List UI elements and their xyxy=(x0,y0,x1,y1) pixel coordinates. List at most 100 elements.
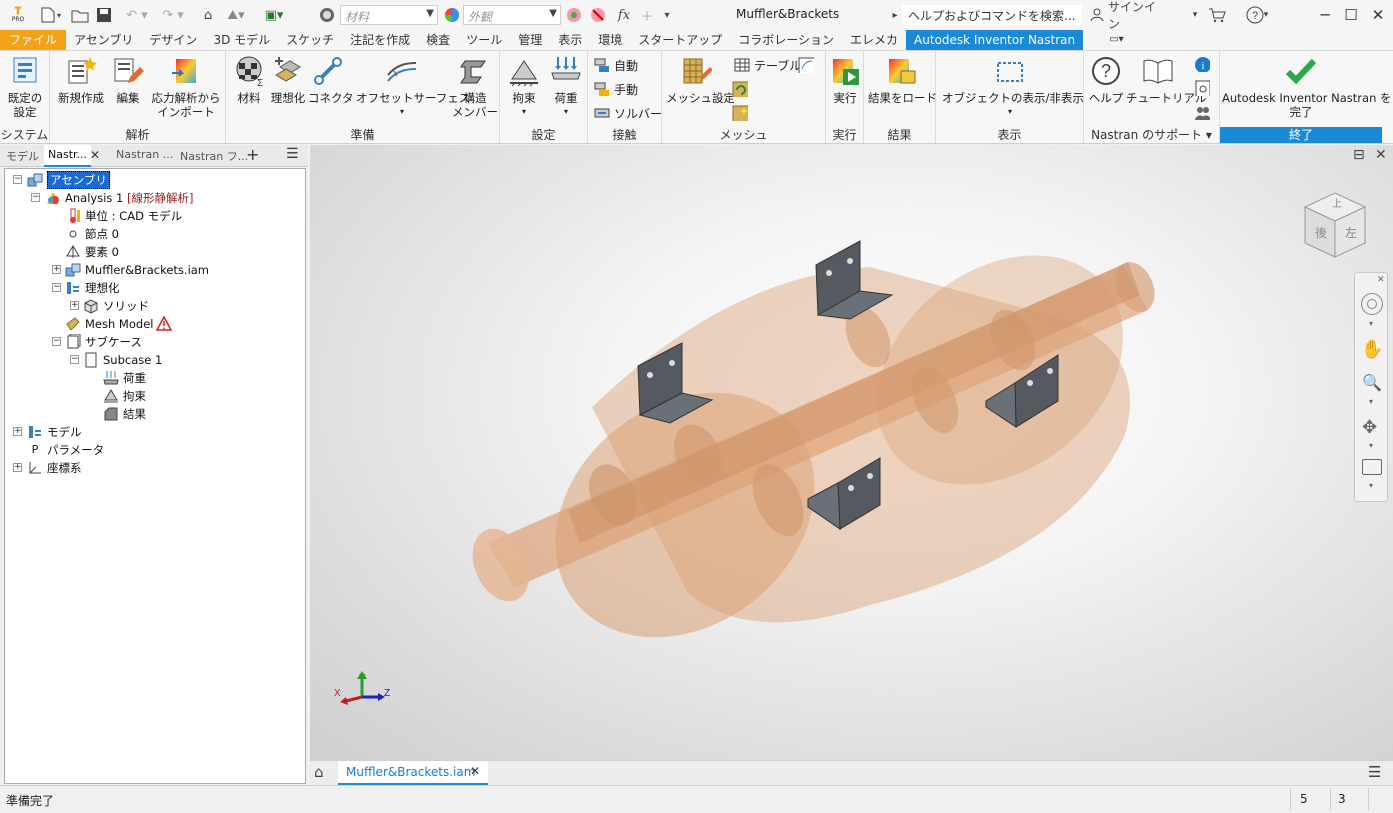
expander-subcase1[interactable]: − xyxy=(70,355,79,364)
offset-dropdown-icon[interactable]: ▾ xyxy=(356,105,448,119)
tree-item-subcases[interactable]: サブケース xyxy=(65,333,142,350)
tree-item-result[interactable]: 結果 xyxy=(103,405,146,422)
tab-assembly[interactable]: アセンブリ xyxy=(66,30,141,50)
select-icon[interactable]: ⛰▾ xyxy=(222,6,250,24)
tab-inspect[interactable]: 検査 xyxy=(418,30,458,50)
panel-display-toggle-icon[interactable]: ▭▾ xyxy=(1101,30,1131,50)
update-icon[interactable]: ▣▾ xyxy=(257,6,291,24)
adjust-appearance-icon[interactable] xyxy=(565,6,583,24)
cart-icon[interactable] xyxy=(1206,6,1228,24)
viewcube-top-label[interactable]: 上 xyxy=(1332,198,1342,210)
tree-item-elements[interactable]: 要素 0 xyxy=(65,243,119,260)
zoom-icon[interactable]: 🔍 xyxy=(1362,373,1382,392)
expander-assembly[interactable]: − xyxy=(13,175,22,184)
new-analysis-button[interactable]: 新規作成 xyxy=(56,55,106,105)
expander-analysis[interactable]: − xyxy=(31,193,40,202)
viewcube-left-label[interactable]: 左 xyxy=(1345,225,1357,240)
zoom-dropdown-icon[interactable]: ▾ xyxy=(1369,397,1373,406)
appearance-ball-icon[interactable] xyxy=(443,6,461,24)
steering-wheel-icon[interactable] xyxy=(1361,293,1383,315)
user-icon[interactable] xyxy=(1088,6,1106,24)
load-results-button[interactable]: 結果をロード xyxy=(868,55,937,105)
mesh-refresh-button[interactable] xyxy=(732,80,752,98)
tab-view[interactable]: 表示 xyxy=(550,30,590,50)
tree-item-assembly-file[interactable]: Muffler&Brackets.iam xyxy=(65,261,209,278)
viewcube[interactable]: 上 後 左 xyxy=(1303,192,1367,258)
tree-item-assembly[interactable]: アセンブリ xyxy=(27,170,110,189)
undo-icon[interactable]: ↶ ▾ xyxy=(120,6,154,24)
run-button[interactable]: 実行 xyxy=(828,55,862,105)
tab-nastran[interactable]: Autodesk Inventor Nastran xyxy=(906,30,1084,50)
constraint-button[interactable]: 拘束 ▾ xyxy=(504,55,544,119)
redo-icon[interactable]: ↷ ▾ xyxy=(156,6,190,24)
orbit-dropdown-icon[interactable]: ▾ xyxy=(1369,441,1373,450)
material-ball-icon[interactable] xyxy=(318,6,336,24)
mesh-table-button[interactable]: テーブル xyxy=(734,56,801,74)
plus-icon[interactable]: ＋ xyxy=(638,6,656,25)
expander-subcases[interactable]: − xyxy=(52,337,61,346)
tree-item-units[interactable]: 単位 : CAD モデル xyxy=(65,207,182,224)
doc-tabs-menu-icon[interactable]: ☰ xyxy=(1368,763,1381,781)
navbar-close-icon[interactable]: ✕ xyxy=(1377,275,1385,285)
maximize-button[interactable]: ☐ xyxy=(1339,4,1363,26)
tree-item-analysis[interactable]: Analysis 1 [線形静解析] xyxy=(45,189,194,206)
signin-link[interactable]: サインイン xyxy=(1108,0,1158,31)
navigation-bar[interactable]: ✕ ▾ ✋ 🔍 ▾ ✥ ▾ ▾ xyxy=(1354,272,1388,502)
steering-dropdown-icon[interactable]: ▾ xyxy=(1369,319,1373,328)
edit-analysis-button[interactable]: 編集 xyxy=(110,55,146,105)
contact-manual-button[interactable]: 手動 xyxy=(594,80,638,98)
browser-tab-close-icon[interactable]: ✕ xyxy=(90,148,100,162)
tab-tools[interactable]: ツール xyxy=(458,30,510,50)
structural-member-button[interactable]: 構造 メンバー xyxy=(452,55,498,119)
offset-surface-button[interactable]: オフセットサーフェス ▾ xyxy=(356,55,470,119)
help-circle-icon[interactable]: ? ▾ xyxy=(1242,6,1272,24)
graphics-viewport[interactable]: Y X Z 上 後 左 ⊟ ✕ xyxy=(310,145,1393,760)
material-combo[interactable]: 材料 ▼ xyxy=(340,5,438,25)
tree-item-subcase1[interactable]: Subcase 1 xyxy=(83,351,162,368)
look-at-icon[interactable] xyxy=(1362,459,1382,475)
tab-collaborate[interactable]: コラボレーション xyxy=(730,30,842,50)
community-button[interactable] xyxy=(1194,103,1214,121)
signin-dropdown-icon[interactable]: ▾ xyxy=(1190,6,1200,24)
mesh-local-button[interactable] xyxy=(732,104,752,122)
customize-icon[interactable]: ▾ xyxy=(658,6,676,24)
panel-title-support[interactable]: Nastran のサポート ▾ xyxy=(1084,127,1219,143)
expander-model[interactable]: + xyxy=(13,427,22,436)
tab-design[interactable]: デザイン xyxy=(141,30,205,50)
doc-tab-muffler[interactable]: Muffler&Brackets.iam ✕ xyxy=(338,761,488,785)
model-canvas[interactable]: Y X Z 上 後 左 xyxy=(310,145,1393,760)
visibility-dropdown-icon[interactable]: ▾ xyxy=(942,105,1078,119)
expander-solid[interactable]: + xyxy=(70,301,79,310)
open-icon[interactable] xyxy=(70,6,90,24)
tab-electromechanical[interactable]: エレメカ xyxy=(842,30,906,50)
split-view-icon[interactable]: ⊟ xyxy=(1353,147,1365,163)
tree-item-coord[interactable]: 座標系 xyxy=(27,459,82,476)
object-visibility-button[interactable]: オブジェクトの表示/非表示 ▾ xyxy=(942,55,1084,119)
default-settings-button[interactable]: 既定の 設定 xyxy=(4,55,46,119)
tree-item-nodes[interactable]: 節点 0 xyxy=(65,225,119,242)
help-button[interactable]: ? ヘルプ xyxy=(1088,55,1124,105)
browser-tab-nastran-3[interactable]: Nastran フ... xyxy=(180,148,248,164)
info-button[interactable]: i xyxy=(1194,55,1214,73)
fx-icon[interactable]: fx xyxy=(614,6,634,24)
mesh-settings-button[interactable]: メッシュ設定 xyxy=(666,55,735,105)
import-stress-button[interactable]: 応力解析から インポート xyxy=(150,55,222,119)
doc-tab-close-icon[interactable]: ✕ xyxy=(470,764,480,778)
tree-item-load[interactable]: 荷重 xyxy=(103,369,146,386)
muffler-model[interactable] xyxy=(462,208,1168,688)
expander-coord[interactable]: + xyxy=(13,463,22,472)
browser-tab-model[interactable]: モデル xyxy=(6,148,39,164)
tree-item-constraint[interactable]: 拘束 xyxy=(103,387,146,404)
tab-3d-model[interactable]: 3D モデル xyxy=(205,30,278,50)
tree-item-parameters[interactable]: P パラメータ xyxy=(27,441,104,458)
tab-sketch[interactable]: スケッチ xyxy=(278,30,342,50)
contact-auto-button[interactable]: 自動 xyxy=(594,56,638,74)
browser-tab-nastran-2[interactable]: Nastran ... xyxy=(116,148,173,161)
viewcube-back-label[interactable]: 後 xyxy=(1315,226,1327,240)
add-tab-icon[interactable]: + xyxy=(246,145,259,164)
help-search-input[interactable]: ヘルプおよびコマンドを検索... xyxy=(902,5,1082,25)
home-icon[interactable]: ⌂ xyxy=(198,6,218,24)
tree-item-model[interactable]: モデル xyxy=(27,423,82,440)
orbit-icon[interactable]: ✥ xyxy=(1362,417,1377,438)
save-icon[interactable] xyxy=(94,6,114,24)
